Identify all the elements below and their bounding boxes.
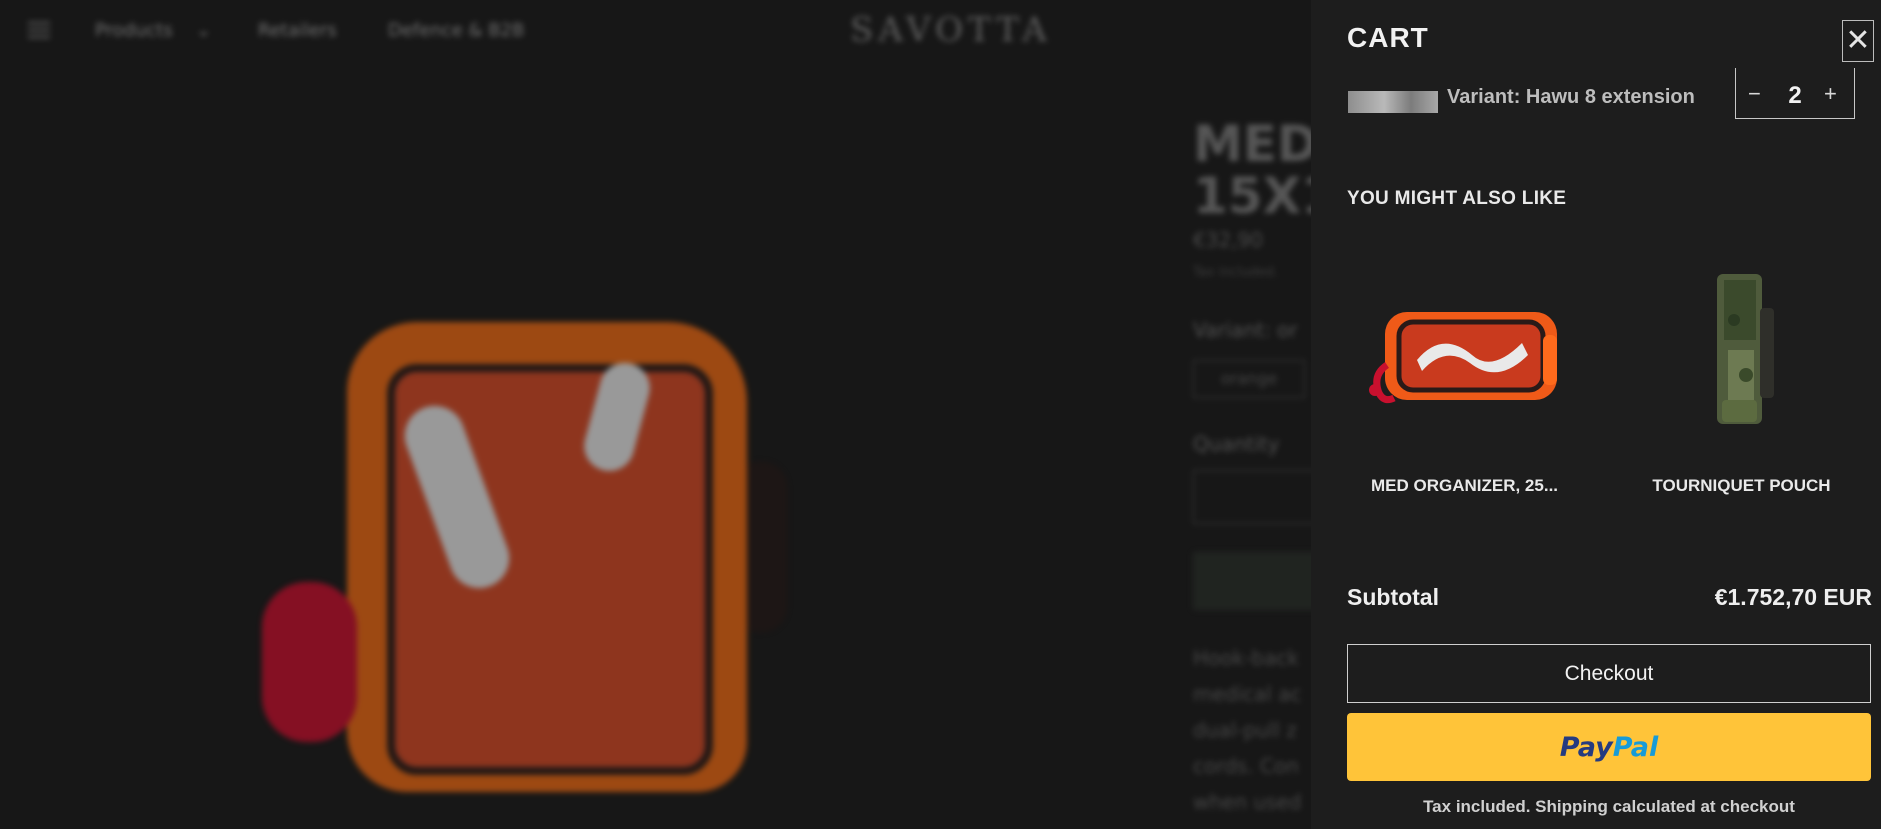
close-cart-button[interactable]: ✕ [1842, 20, 1874, 62]
decrease-quantity-button[interactable]: − [1748, 83, 1761, 105]
tourniquet-pouch-image [1717, 274, 1774, 424]
subtotal-value: €1.752,70 EUR [1714, 584, 1872, 610]
paypal-logo: PayPal [1559, 731, 1659, 763]
subtotal-label: Subtotal [1347, 584, 1439, 610]
recommendations-heading: YOU MIGHT ALSO LIKE [1347, 188, 1567, 209]
paypal-button[interactable]: PayPal [1347, 713, 1871, 781]
cart-drawer: CART ✕ Variant: Hawu 8 extension − 2 + Y… [1311, 0, 1881, 829]
increase-quantity-button[interactable]: + [1824, 83, 1837, 105]
recommendation-card[interactable]: MED ORGANIZER, 25... [1347, 240, 1582, 520]
recommendation-card[interactable]: TOURNIQUET POUCH [1624, 240, 1859, 520]
recommendation-name[interactable]: TOURNIQUET POUCH [1624, 476, 1859, 496]
recommendation-name[interactable]: MED ORGANIZER, 25... [1347, 476, 1582, 496]
quantity-stepper: − 2 + [1735, 68, 1855, 119]
close-icon: ✕ [1845, 24, 1871, 57]
cart-title: CART [1347, 22, 1429, 53]
checkout-label: Checkout [1564, 661, 1654, 685]
tax-shipping-note: Tax included. Shipping calculated at che… [1423, 797, 1795, 816]
med-organizer-image [1369, 312, 1557, 404]
cart-item-variant: Variant: Hawu 8 extension [1447, 86, 1695, 108]
checkout-button[interactable]: Checkout [1347, 644, 1871, 703]
quantity-input[interactable]: 2 [1781, 82, 1809, 110]
cart-item-thumbnail[interactable] [1348, 91, 1438, 113]
